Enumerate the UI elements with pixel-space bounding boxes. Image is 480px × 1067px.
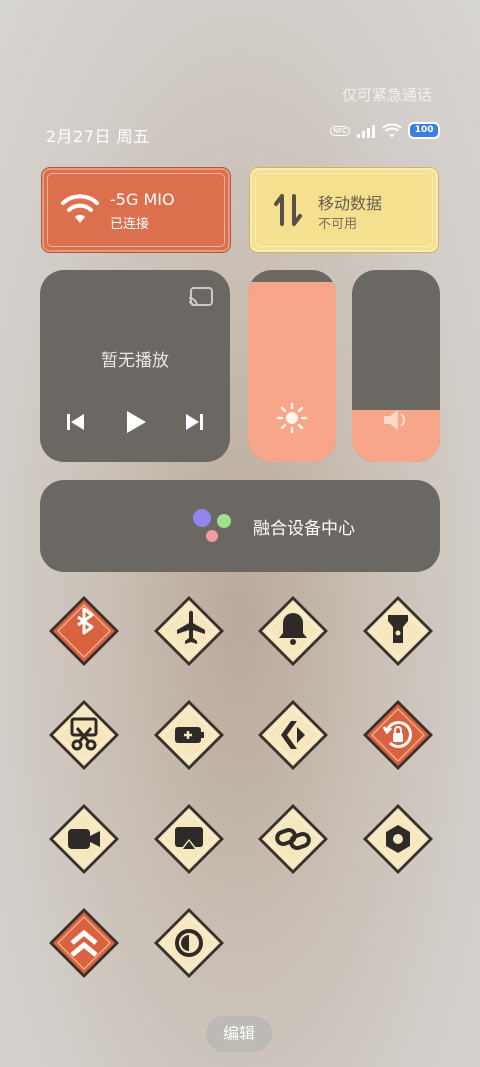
double-chevron-up-icon: [49, 908, 119, 978]
airplane-icon: [153, 596, 224, 666]
media-title: 暂无播放: [101, 351, 169, 371]
toggle-bluetooth[interactable]: [46, 593, 122, 669]
toggle-settings[interactable]: [360, 801, 436, 877]
toggle-screen-record[interactable]: [46, 801, 122, 877]
play-icon[interactable]: [121, 408, 149, 436]
toggle-boost[interactable]: [46, 905, 122, 981]
volume-slider[interactable]: [352, 270, 440, 462]
brightness-fill: [248, 281, 336, 462]
wifi-status-text: 已连接: [110, 217, 150, 232]
wifi-status-icon: [382, 123, 403, 138]
nfc-icon: NFC: [330, 125, 351, 136]
code-icon: [258, 700, 328, 770]
bluetooth-icon: [49, 596, 119, 666]
mobile-data-title: 移动数据: [318, 194, 383, 213]
device-center-icon: [193, 509, 231, 542]
rotation-lock-icon: [362, 700, 433, 770]
toggle-code[interactable]: [255, 697, 331, 773]
toggle-flashlight[interactable]: [360, 593, 436, 669]
cast-icon[interactable]: [188, 286, 214, 308]
flashlight-icon: [362, 596, 433, 666]
emergency-calls-only-text: 仅可紧急通话: [342, 86, 433, 104]
contrast-icon: [153, 908, 224, 978]
toggle-rotation-lock[interactable]: [360, 697, 436, 773]
mobile-data-tile[interactable]: 移动数据 不可用: [250, 168, 438, 252]
video-camera-icon: [49, 804, 119, 874]
mobile-data-icon: [274, 194, 302, 226]
link-icon: [258, 804, 328, 874]
media-player-card[interactable]: 暂无播放: [40, 270, 230, 462]
next-icon[interactable]: [180, 408, 208, 436]
sun-icon: [276, 402, 308, 434]
mobile-data-status: 不可用: [318, 217, 358, 232]
date-text: 2月27日 周五: [46, 127, 150, 146]
toggle-battery-saver[interactable]: [151, 697, 227, 773]
toggle-ring[interactable]: [255, 593, 331, 669]
signal-icon: [357, 124, 376, 138]
device-center-label: 融合设备中心: [253, 519, 355, 539]
battery-icon: [153, 700, 224, 770]
status-icons: NFC 100: [330, 122, 441, 139]
previous-icon[interactable]: [62, 408, 90, 436]
toggle-screenshot[interactable]: [46, 697, 122, 773]
speaker-icon: [384, 410, 406, 430]
toggle-airplane-mode[interactable]: [151, 593, 227, 669]
battery-indicator: 100: [408, 122, 441, 139]
wifi-network-name: -5G MIO: [110, 190, 175, 209]
toggle-link[interactable]: [255, 801, 331, 877]
scissors-icon: [49, 700, 119, 770]
wifi-tile[interactable]: -5G MIO 已连接: [42, 168, 230, 252]
edit-button[interactable]: 编辑: [206, 1016, 272, 1052]
toggle-screencast[interactable]: [151, 801, 227, 877]
gear-hex-icon: [362, 804, 433, 874]
brightness-slider[interactable]: [248, 270, 336, 462]
bell-icon: [258, 596, 328, 666]
wifi-icon: [61, 194, 99, 223]
toggle-dark-mode[interactable]: [151, 905, 227, 981]
device-center-card[interactable]: 融合设备中心: [40, 480, 440, 572]
screencast-icon: [153, 804, 224, 874]
